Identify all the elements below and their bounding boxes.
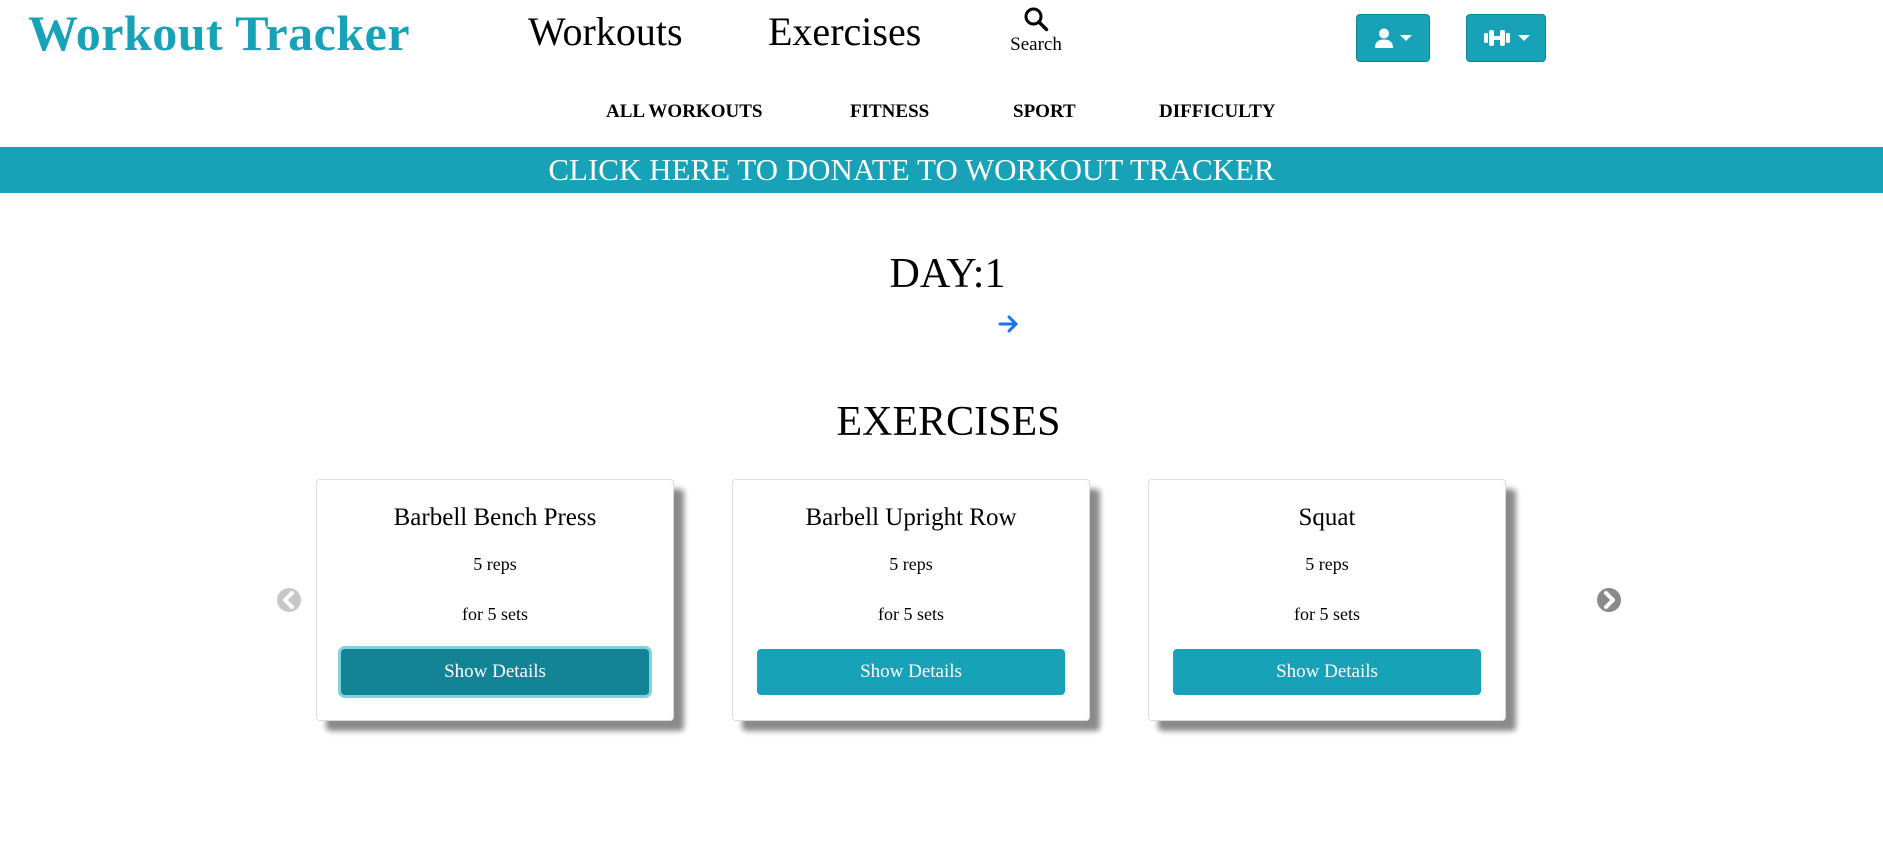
exercise-sets: for 5 sets	[878, 604, 944, 624]
user-menu-button[interactable]	[1356, 14, 1430, 62]
exercise-sets: for 5 sets	[1294, 604, 1360, 624]
exercise-reps: 5 reps	[473, 554, 517, 574]
exercises-title: EXERCISES	[836, 399, 1061, 445]
subnav-all-workouts[interactable]: ALL WORKOUTS	[606, 101, 762, 123]
workout-menu-button[interactable]	[1466, 14, 1546, 62]
arrow-right-icon[interactable]	[998, 314, 1020, 334]
exercise-name: Barbell Bench Press	[393, 504, 597, 531]
subnav-fitness[interactable]: FITNESS	[850, 101, 929, 123]
donate-banner[interactable]: CLICK HERE TO DONATE TO WORKOUT TRACKER	[0, 147, 1883, 193]
exercise-card: Squat 5 reps for 5 sets Show Details	[1148, 479, 1506, 721]
subnav-sport[interactable]: SPORT	[1013, 101, 1076, 123]
user-icon	[1374, 28, 1393, 48]
exercise-name: Barbell Upright Row	[805, 504, 1017, 531]
exercise-card: Barbell Bench Press 5 reps for 5 sets Sh…	[316, 479, 674, 721]
caret-down-icon	[1517, 35, 1530, 41]
show-details-button[interactable]: Show Details	[1173, 649, 1481, 695]
show-details-button[interactable]: Show Details	[757, 649, 1065, 695]
exercise-card: Barbell Upright Row 5 reps for 5 sets Sh…	[732, 479, 1090, 721]
exercise-reps: 5 reps	[889, 554, 933, 574]
search-label: Search	[1010, 34, 1062, 55]
dumbbell-icon	[1483, 30, 1510, 46]
exercise-reps: 5 reps	[1305, 554, 1349, 574]
nav-workouts[interactable]: Workouts	[528, 8, 683, 55]
subnav-difficulty[interactable]: DIFFICULTY	[1159, 101, 1276, 123]
nav-exercises[interactable]: Exercises	[768, 8, 921, 55]
nav-search[interactable]: Search	[1004, 6, 1068, 56]
search-icon	[1024, 7, 1049, 32]
caret-down-icon	[1399, 35, 1412, 41]
show-details-button[interactable]: Show Details	[341, 649, 649, 695]
day-title: DAY:1	[889, 251, 1006, 297]
carousel-prev-icon[interactable]	[276, 587, 302, 613]
exercise-name: Squat	[1298, 504, 1356, 531]
exercise-sets: for 5 sets	[462, 604, 528, 624]
carousel-next-icon[interactable]	[1596, 587, 1622, 613]
brand-logo[interactable]: Workout Tracker	[28, 4, 410, 62]
